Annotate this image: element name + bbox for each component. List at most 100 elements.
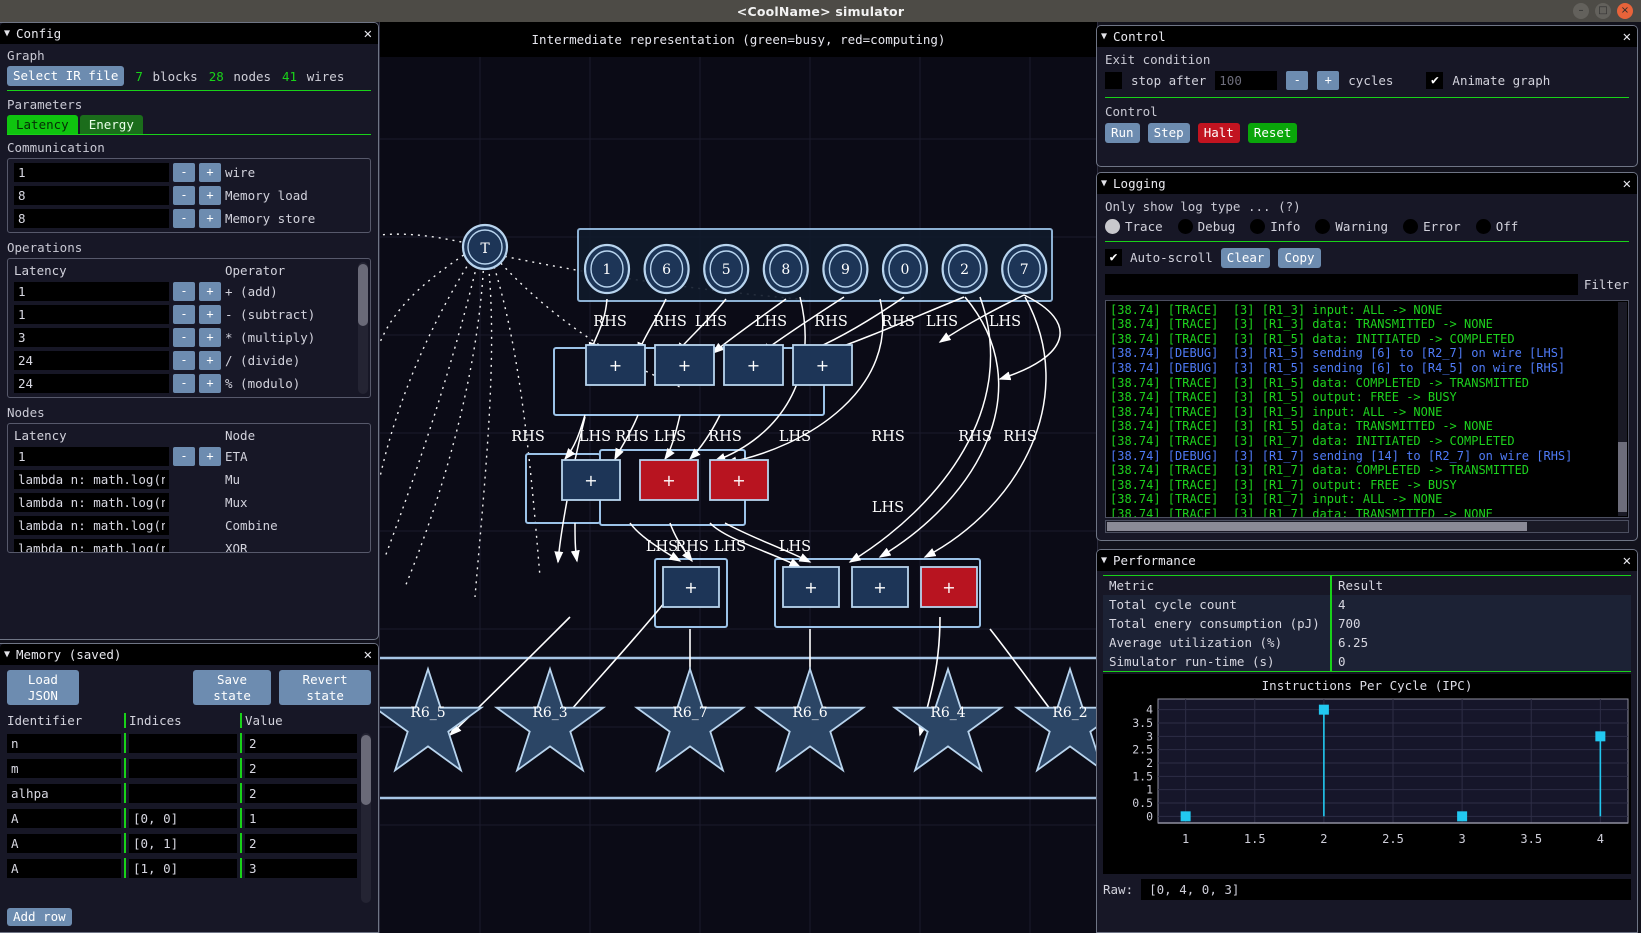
halt-button[interactable]: Halt (1197, 123, 1240, 143)
operation-3-decrement-button[interactable]: - (173, 350, 195, 370)
radio-icon[interactable] (1475, 219, 1491, 234)
config-close-icon[interactable]: ✕ (364, 27, 374, 41)
auto-scroll-checkbox[interactable]: ✔ (1105, 249, 1122, 267)
graph-star-R6_3[interactable]: R6_3 (493, 666, 607, 773)
memory-indices-input-2[interactable] (129, 783, 237, 803)
operation-2-value-input[interactable] (14, 327, 169, 347)
collapse-caret-icon[interactable]: ▼ (1101, 31, 1107, 42)
memory-scrollbar[interactable] (361, 733, 371, 904)
operation-1-decrement-button[interactable]: - (173, 304, 195, 324)
node-0-decrement-button[interactable]: - (173, 446, 195, 466)
log-vertical-scrollbar[interactable] (1618, 301, 1627, 516)
log-level-warning[interactable]: Warning (1315, 219, 1388, 234)
tab-latency[interactable]: Latency (7, 114, 78, 134)
operation-1-increment-button[interactable]: + (199, 304, 221, 324)
add-row-button[interactable]: Add row (7, 908, 72, 926)
graph-star-R6_7[interactable]: R6_7 (633, 666, 747, 773)
maximize-button[interactable]: □ (1595, 3, 1611, 19)
log-level-debug[interactable]: Debug (1177, 219, 1235, 234)
graph-star-R6_5[interactable]: R6_5 (380, 666, 485, 773)
communication-2-increment-button[interactable]: + (199, 208, 221, 228)
logging-close-icon[interactable]: ✕ (1623, 177, 1633, 191)
reset-button[interactable]: Reset (1247, 123, 1298, 143)
radio-icon[interactable] (1315, 219, 1331, 234)
graph-node-T[interactable]: T (461, 223, 509, 271)
communication-1-value-input[interactable] (14, 185, 169, 205)
cycles-decrement-button[interactable]: - (1286, 71, 1309, 90)
graph-op-row2-1[interactable]: + (639, 459, 699, 501)
memory-indices-input-5[interactable] (129, 858, 237, 878)
close-button[interactable]: × (1617, 3, 1633, 19)
graph-node-5[interactable]: 5 (703, 243, 750, 295)
collapse-caret-icon[interactable]: ▼ (4, 649, 10, 660)
graph-star-R6_2[interactable]: R6_2 (1013, 666, 1099, 773)
communication-0-increment-button[interactable]: + (199, 162, 221, 182)
log-vertical-scrollbar-thumb[interactable] (1618, 441, 1627, 512)
memory-identifier-input-3[interactable] (7, 808, 121, 828)
clear-log-button[interactable]: Clear (1220, 248, 1271, 268)
graph-op-blocks[interactable]: + + + + + + + + + + + (561, 344, 978, 608)
log-filter-input[interactable] (1105, 273, 1578, 295)
graph-op-row1-1[interactable]: + (654, 344, 715, 386)
memory-indices-input-0[interactable] (129, 733, 237, 753)
graph-node-9[interactable]: 9 (822, 243, 869, 295)
graph-node-1[interactable]: 1 (583, 243, 631, 295)
operation-3-value-input[interactable] (14, 350, 169, 370)
save-state-button[interactable]: Save state (192, 670, 272, 706)
graph-canvas[interactable]: Intermediate representation (green=busy,… (379, 22, 1099, 933)
log-horizontal-scrollbar[interactable] (1105, 519, 1629, 533)
log-level-info[interactable]: Info (1250, 219, 1300, 234)
communication-1-decrement-button[interactable]: - (173, 185, 195, 205)
select-ir-file-button[interactable]: Select IR file (7, 66, 125, 86)
memory-value-input-2[interactable] (245, 783, 357, 803)
log-horizontal-scrollbar-thumb[interactable] (1107, 521, 1527, 531)
memory-indices-input-3[interactable] (129, 808, 237, 828)
radio-icon[interactable] (1403, 219, 1419, 234)
control-panel-header[interactable]: ▼ Control ✕ (1097, 26, 1637, 47)
radio-icon[interactable] (1177, 219, 1193, 234)
config-panel-header[interactable]: ▼ Config ✕ (0, 23, 378, 44)
memory-identifier-input-5[interactable] (7, 858, 121, 878)
graph-op-row3-2[interactable]: + (851, 566, 909, 608)
memory-panel-header[interactable]: ▼ Memory (saved) ✕ (0, 644, 378, 665)
operation-2-decrement-button[interactable]: - (173, 327, 195, 347)
performance-close-icon[interactable]: ✕ (1623, 554, 1633, 568)
load-json-button[interactable]: Load JSON (7, 670, 79, 706)
log-level-trace[interactable]: Trace (1105, 219, 1163, 234)
graph-op-row1-3[interactable]: + (792, 344, 853, 386)
memory-value-input-3[interactable] (245, 808, 357, 828)
node-2-value-input[interactable] (14, 492, 169, 512)
node-4-value-input[interactable] (14, 538, 169, 552)
log-output[interactable]: [38.74] [TRACE] [3] [R1_3] input: ALL ->… (1105, 299, 1629, 518)
memory-value-input-4[interactable] (245, 833, 357, 853)
graph-svg[interactable]: T 16589027 + + + ++ + ++ + + + RHS RHS LHS LHS RHS RH… (380, 57, 1099, 933)
graph-op-row1-0[interactable]: + (585, 344, 646, 386)
stop-after-checkbox[interactable] (1105, 72, 1122, 89)
graph-op-row1-2[interactable]: + (723, 344, 784, 386)
radio-icon[interactable] (1105, 219, 1120, 234)
memory-identifier-input-2[interactable] (7, 783, 121, 803)
parameters-tabs[interactable]: Latency Energy (7, 114, 371, 134)
operation-4-decrement-button[interactable]: - (173, 373, 195, 393)
ipc-chart-container[interactable]: Instructions Per Cycle (IPC) 0 0.5 1 1.5 2 2.… (1103, 674, 1631, 874)
operation-0-value-input[interactable] (14, 281, 169, 301)
radio-icon[interactable] (1250, 219, 1266, 234)
operation-1-value-input[interactable] (14, 304, 169, 324)
communication-2-value-input[interactable] (14, 208, 169, 228)
operation-4-value-input[interactable] (14, 373, 169, 393)
operation-3-increment-button[interactable]: + (199, 350, 221, 370)
revert-state-button[interactable]: Revert state (279, 670, 371, 706)
graph-node-2[interactable]: 2 (941, 243, 988, 295)
communication-2-decrement-button[interactable]: - (173, 208, 195, 228)
operations-scrollbar-thumb[interactable] (358, 263, 368, 326)
graph-op-row3-3[interactable]: + (920, 566, 978, 608)
node-3-value-input[interactable] (14, 515, 169, 535)
communication-0-value-input[interactable] (14, 162, 169, 182)
memory-indices-input-1[interactable] (129, 758, 237, 778)
collapse-caret-icon[interactable]: ▼ (1101, 178, 1107, 189)
copy-log-button[interactable]: Copy (1278, 248, 1321, 268)
memory-identifier-input-0[interactable] (7, 733, 121, 753)
operation-2-increment-button[interactable]: + (199, 327, 221, 347)
memory-identifier-input-1[interactable] (7, 758, 121, 778)
node-1-value-input[interactable] (14, 469, 169, 489)
